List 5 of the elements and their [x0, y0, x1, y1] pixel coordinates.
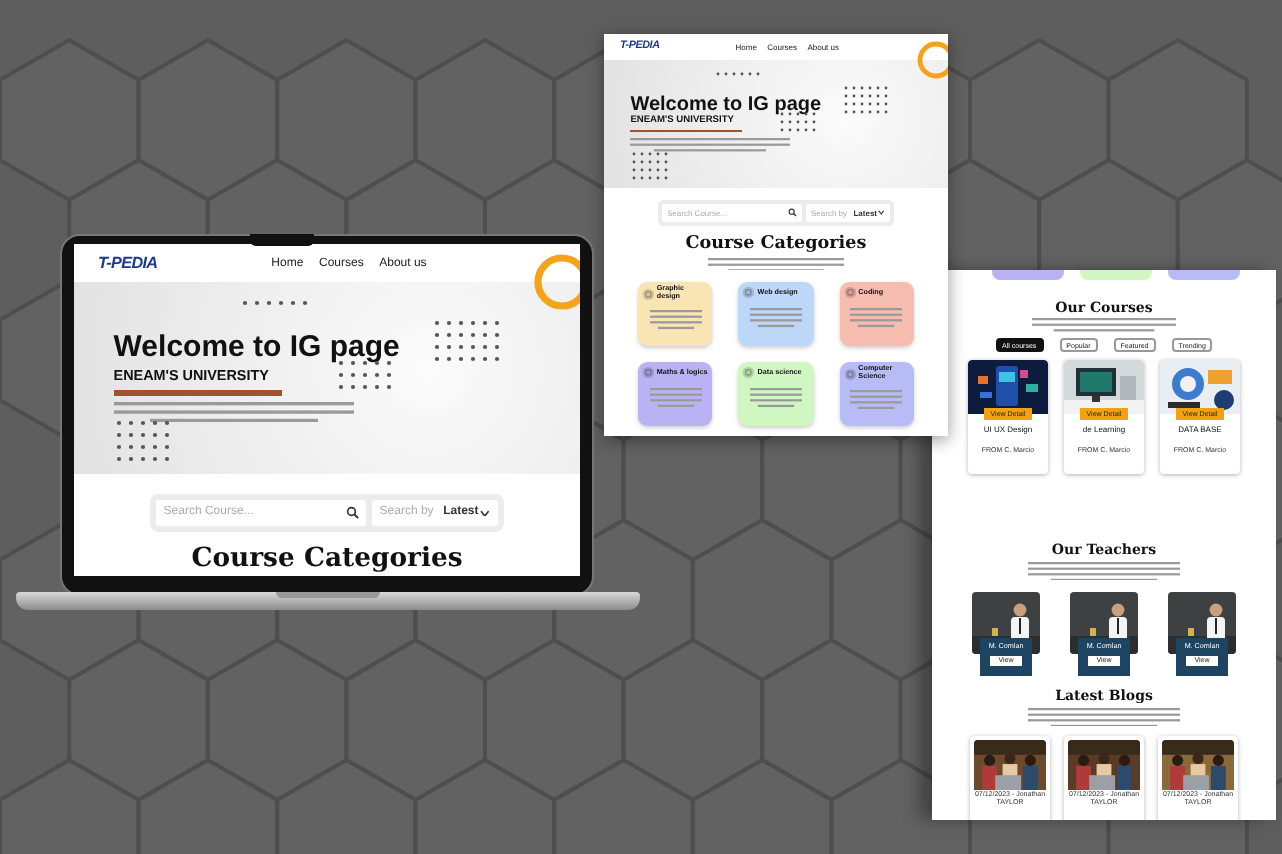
logo[interactable]: T-PEDIA [98, 254, 158, 273]
section-title: Course Categories [189, 543, 465, 576]
section-title: Course Categories [683, 233, 869, 256]
hero-title: Welcome to IG page [113, 332, 400, 366]
hero-title: Welcome to IG page [630, 93, 822, 116]
